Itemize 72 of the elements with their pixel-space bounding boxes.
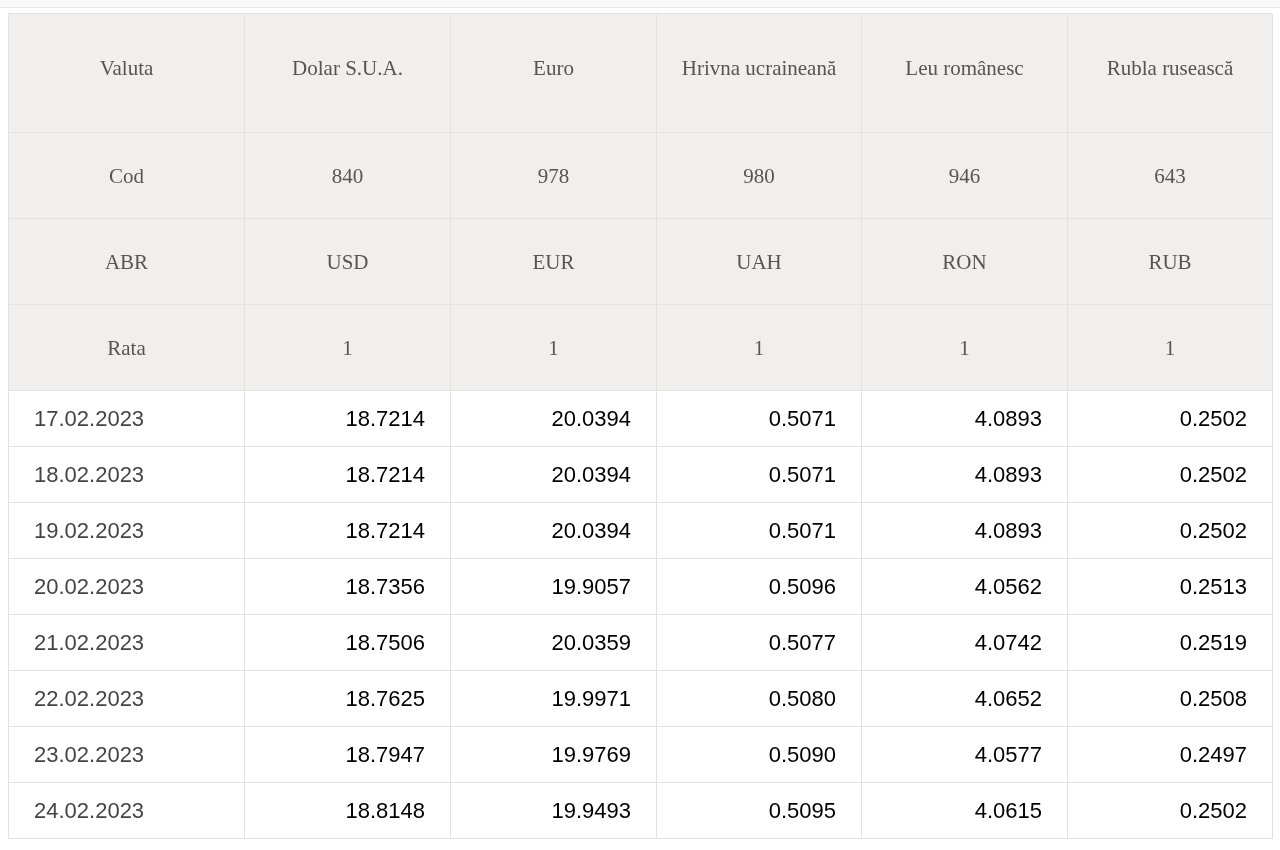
header-cell: 980: [657, 133, 862, 219]
table-cell: 4.0893: [862, 503, 1068, 559]
header-cell: RUB: [1068, 219, 1273, 305]
table-cell: 0.5096: [657, 559, 862, 615]
header-cell: Leu românesc: [862, 14, 1068, 133]
table-cell: 0.5071: [657, 447, 862, 503]
header-cell: Cod: [9, 133, 245, 219]
header-cell: 1: [657, 305, 862, 391]
header-cell: Hrivna ucraineană: [657, 14, 862, 133]
table-cell: 4.0893: [862, 391, 1068, 447]
table-cell: 0.2513: [1068, 559, 1273, 615]
table-cell: 20.0394: [451, 447, 657, 503]
table-cell: 4.0742: [862, 615, 1068, 671]
table-cell: 0.5090: [657, 727, 862, 783]
table-cell: 18.7356: [245, 559, 451, 615]
table-cell: 19.9057: [451, 559, 657, 615]
table-cell: 0.2502: [1068, 391, 1273, 447]
date-cell: 22.02.2023: [9, 671, 245, 727]
table-cell: 4.0893: [862, 447, 1068, 503]
table-cell: 18.7947: [245, 727, 451, 783]
date-cell: 24.02.2023: [9, 783, 245, 839]
table-cell: 0.2502: [1068, 447, 1273, 503]
table-cell: 18.7625: [245, 671, 451, 727]
table-cell: 19.9493: [451, 783, 657, 839]
date-cell: 23.02.2023: [9, 727, 245, 783]
table-cell: 19.9769: [451, 727, 657, 783]
header-cell: 978: [451, 133, 657, 219]
header-cell: 1: [1068, 305, 1273, 391]
date-cell: 17.02.2023: [9, 391, 245, 447]
table-cell: 0.5080: [657, 671, 862, 727]
header-cell: 840: [245, 133, 451, 219]
header-cell: 946: [862, 133, 1068, 219]
table-cell: 0.2502: [1068, 783, 1273, 839]
table-cell: 0.2502: [1068, 503, 1273, 559]
header-cell: 1: [245, 305, 451, 391]
table-cell: 18.7506: [245, 615, 451, 671]
header-cell: 1: [862, 305, 1068, 391]
table-cell: 19.9971: [451, 671, 657, 727]
date-cell: 19.02.2023: [9, 503, 245, 559]
header-cell: 643: [1068, 133, 1273, 219]
header-cell: Rubla rusească: [1068, 14, 1273, 133]
table-cell: 0.2519: [1068, 615, 1273, 671]
table-cell: 0.5071: [657, 503, 862, 559]
table-cell: 0.5077: [657, 615, 862, 671]
table-cell: 20.0394: [451, 391, 657, 447]
header-cell: Dolar S.U.A.: [245, 14, 451, 133]
header-cell: Euro: [451, 14, 657, 133]
table-cell: 18.7214: [245, 447, 451, 503]
table-cell: 0.2508: [1068, 671, 1273, 727]
header-cell: EUR: [451, 219, 657, 305]
date-cell: 18.02.2023: [9, 447, 245, 503]
table-cell: 18.7214: [245, 503, 451, 559]
header-cell: RON: [862, 219, 1068, 305]
date-cell: 21.02.2023: [9, 615, 245, 671]
header-cell: USD: [245, 219, 451, 305]
table-cell: 4.0562: [862, 559, 1068, 615]
table-cell: 18.8148: [245, 783, 451, 839]
table-cell: 20.0359: [451, 615, 657, 671]
header-cell: ABR: [9, 219, 245, 305]
table-cell: 0.2497: [1068, 727, 1273, 783]
header-cell: 1: [451, 305, 657, 391]
table-cell: 18.7214: [245, 391, 451, 447]
table-cell: 0.5095: [657, 783, 862, 839]
header-cell: Valuta: [9, 14, 245, 133]
table-cell: 4.0652: [862, 671, 1068, 727]
header-cell: UAH: [657, 219, 862, 305]
table-cell: 4.0615: [862, 783, 1068, 839]
table-cell: 0.5071: [657, 391, 862, 447]
date-cell: 20.02.2023: [9, 559, 245, 615]
table-cell: 4.0577: [862, 727, 1068, 783]
table-cell: 20.0394: [451, 503, 657, 559]
header-cell: Rata: [9, 305, 245, 391]
